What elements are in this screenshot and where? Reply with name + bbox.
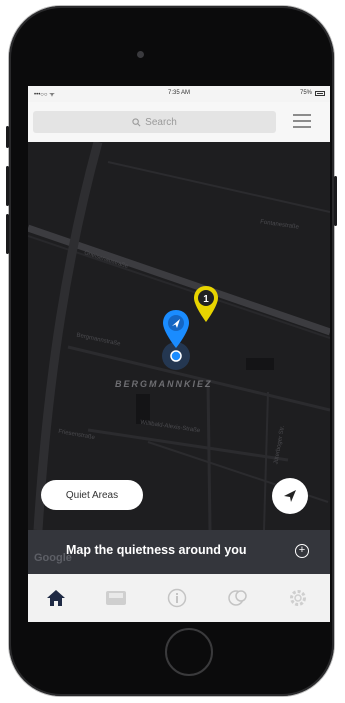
banner-text: Map the quietness around you: [66, 543, 247, 557]
nav-inbox-icon[interactable]: [104, 586, 128, 610]
map-view[interactable]: Fontanestraße Gneisenaustraße Bergmannst…: [28, 142, 330, 530]
volume-down-button: [6, 214, 9, 254]
locate-me-button[interactable]: [272, 478, 308, 514]
status-time: 7:35 AM: [167, 90, 190, 96]
search-input[interactable]: Search: [33, 111, 276, 133]
volume-up-button: [6, 166, 9, 206]
battery-percent: 75%: [299, 90, 312, 96]
front-camera: [137, 51, 144, 58]
home-button[interactable]: [165, 628, 213, 676]
map-quietness-banner[interactable]: Google Map the quietness around you +: [28, 530, 330, 574]
navigation-arrow-icon: [284, 490, 296, 502]
nav-info-icon[interactable]: [165, 586, 189, 610]
nav-chat-icon[interactable]: [226, 586, 250, 610]
status-bar: •••○○ ᯤ 7:35 AM 75%: [28, 86, 330, 102]
quiet-areas-button[interactable]: Quiet Areas: [41, 480, 143, 510]
nav-settings-icon[interactable]: [286, 586, 310, 610]
current-location-pin-icon[interactable]: [162, 310, 206, 374]
mute-switch: [6, 126, 9, 148]
nav-home-icon[interactable]: [44, 586, 68, 610]
power-button: [334, 176, 337, 226]
bottom-nav: [28, 574, 330, 622]
plus-circle-icon[interactable]: +: [295, 544, 309, 558]
search-placeholder: Search: [145, 116, 177, 128]
battery-icon: [315, 91, 325, 96]
search-icon: [132, 117, 141, 126]
app-screen: •••○○ ᯤ 7:35 AM 75% Search Fontanestraße…: [28, 86, 330, 622]
quiet-areas-label: Quiet Areas: [65, 489, 119, 501]
menu-icon[interactable]: [293, 114, 311, 130]
pin-number: 1: [203, 294, 209, 305]
district-label: BERGMANNKIEZ: [115, 379, 213, 389]
search-header: Search: [28, 102, 330, 142]
